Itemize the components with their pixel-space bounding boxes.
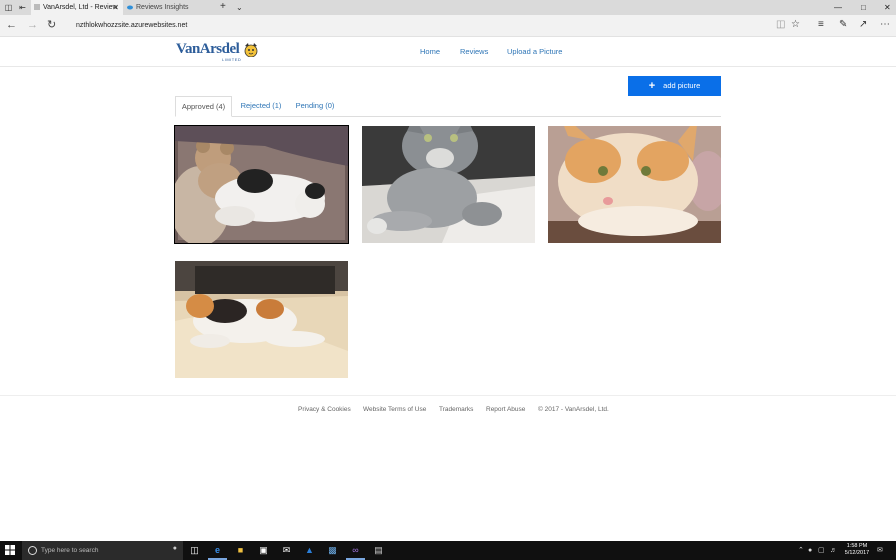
windows-taskbar: Type here to search ● ◫ e ■ ▣ ✉ ▲ ▩ ∞ ▤ … (0, 541, 896, 560)
tray-people-icon[interactable]: ● (808, 541, 812, 560)
footer-privacy-link[interactable]: Privacy & Cookies (298, 406, 351, 413)
status-tabs: Approved (4) Rejected (1) Pending (0) (175, 96, 721, 117)
browser-tab-active[interactable]: VanArsdel, Ltd - Review ✕ (31, 0, 123, 15)
site-logo-sub: LIMITED (222, 57, 242, 62)
footer-terms-link[interactable]: Website Terms of Use (363, 406, 426, 413)
calico-cat-photo (175, 261, 348, 378)
site-favicon (34, 4, 40, 10)
plus-icon: + (648, 80, 656, 93)
minimize-icon[interactable]: — (834, 0, 842, 15)
taskbar-search-box[interactable]: Type here to search ● (22, 541, 183, 560)
photo-card[interactable] (175, 126, 348, 243)
orange-cat-photo (548, 126, 721, 243)
cat-logo-icon (244, 43, 258, 57)
notification-icon[interactable]: ✉ (877, 541, 883, 560)
tab-preview-icon[interactable]: ◫ (3, 2, 14, 13)
browser-tab-title: Reviews Insights (136, 4, 189, 11)
chevron-down-icon[interactable]: ⌄ (236, 0, 243, 15)
nav-reviews[interactable]: Reviews (460, 47, 488, 56)
footer-trademarks-link[interactable]: Trademarks (439, 406, 473, 413)
forward-icon[interactable]: → (27, 19, 38, 31)
tray-chevron-up-icon[interactable]: ⌃ (798, 541, 804, 560)
volume-icon[interactable]: ♬ (830, 541, 837, 560)
set-aside-tabs-icon[interactable]: ⇤ (17, 2, 28, 13)
footer-copyright: © 2017 - VanArsdel, Ltd. (538, 406, 609, 413)
visual-studio-icon[interactable]: ∞ (346, 544, 365, 560)
share-icon[interactable]: ↗ (859, 19, 867, 31)
site-footer: Privacy & Cookies Website Terms of Use T… (0, 395, 896, 426)
browser-tab-bar: ◫ ⇤ VanArsdel, Ltd - Review ✕ Reviews In… (0, 0, 896, 15)
photo-card[interactable] (548, 126, 721, 243)
maximize-icon[interactable]: □ (861, 0, 866, 15)
close-tab-icon[interactable]: ✕ (112, 0, 119, 15)
reading-view-icon[interactable]: ◫ (776, 19, 785, 31)
grey-cat-photo (362, 126, 535, 243)
more-icon[interactable]: ⋯ (880, 19, 890, 31)
cat-teddy-photo (175, 126, 348, 243)
footer-report-abuse-link[interactable]: Report Abuse (486, 406, 525, 413)
add-picture-label: add picture (663, 81, 701, 90)
site-logo[interactable]: VanArsdel (176, 41, 240, 58)
cloud-icon (127, 5, 133, 10)
pen-icon[interactable]: ✎ (839, 19, 847, 31)
taskbar-date: 5/12/2017 (844, 550, 870, 556)
back-icon[interactable]: ← (6, 19, 17, 31)
new-tab-icon[interactable]: + (220, 0, 226, 14)
storage-explorer-icon[interactable]: ▩ (326, 544, 339, 557)
taskbar-time: 1:58 PM (846, 543, 868, 549)
add-picture-button[interactable]: + add picture (628, 76, 721, 96)
photo-card[interactable] (362, 126, 535, 243)
photo-card[interactable] (175, 261, 348, 378)
windows-start-icon[interactable] (5, 545, 15, 555)
tab-pending[interactable]: Pending (0) (291, 96, 339, 116)
tab-approved[interactable]: Approved (4) (175, 96, 232, 117)
mail-icon[interactable]: ✉ (280, 544, 293, 557)
hub-icon[interactable]: ≡ (818, 19, 824, 31)
network-icon[interactable]: ▢ (818, 541, 825, 560)
nav-upload-picture[interactable]: Upload a Picture (507, 47, 562, 56)
url-field[interactable]: nzthlokwhozzsite.azurewebsites.net (76, 15, 187, 36)
task-view-icon[interactable]: ◫ (188, 544, 201, 557)
edge-browser-icon[interactable]: e (208, 544, 227, 560)
address-bar: ← → ↻ nzthlokwhozzsite.azurewebsites.net… (0, 15, 896, 37)
favorite-star-icon[interactable]: ☆ (791, 19, 800, 31)
nav-home[interactable]: Home (420, 47, 440, 56)
close-window-icon[interactable]: ✕ (884, 0, 891, 15)
site-header: VanArsdel LIMITED Home Reviews Upload a … (0, 37, 896, 67)
refresh-icon[interactable]: ↻ (47, 19, 56, 31)
taskbar-clock[interactable]: 1:58 PM 5/12/2017 (842, 543, 872, 557)
azure-app-icon[interactable]: ▲ (303, 544, 316, 557)
taskbar-search-placeholder: Type here to search (41, 547, 99, 554)
file-explorer-icon[interactable]: ■ (234, 544, 247, 557)
browser-tab-title: VanArsdel, Ltd - Review (43, 4, 118, 11)
app-window-icon[interactable]: ▤ (372, 544, 385, 557)
cortana-icon (28, 546, 37, 555)
microphone-icon[interactable]: ● (173, 545, 177, 552)
tab-rejected[interactable]: Rejected (1) (235, 96, 287, 116)
browser-tab-inactive[interactable]: Reviews Insights (124, 0, 216, 15)
store-icon[interactable]: ▣ (257, 544, 270, 557)
